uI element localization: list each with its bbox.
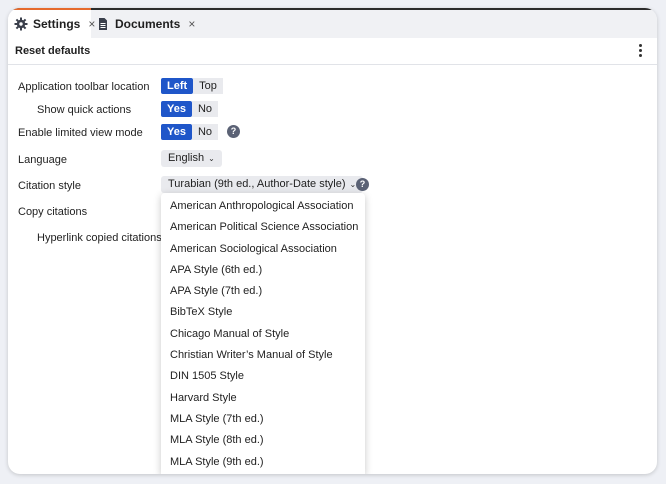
gear-icon: [14, 17, 28, 31]
dropdown-option[interactable]: APA Style (7th ed.): [161, 281, 365, 302]
dropdown-option[interactable]: APA Style (6th ed.): [161, 260, 365, 281]
limited-view-toggle: Yes No: [161, 124, 219, 140]
dropdown-option[interactable]: American Political Science Association: [161, 217, 365, 238]
limited-view-label: Enable limited view mode: [18, 127, 143, 139]
help-icon[interactable]: ?: [356, 178, 369, 191]
citation-style-label: Citation style: [18, 180, 81, 192]
quick-actions-label: Show quick actions: [37, 104, 132, 116]
limited-view-yes-option[interactable]: Yes: [161, 124, 192, 140]
chevron-down-icon: ⌄: [208, 154, 215, 163]
dropdown-option[interactable]: DIN 1505 Style: [161, 366, 365, 387]
dropdown-option[interactable]: BibTeX Style: [161, 302, 365, 323]
citation-style-select[interactable]: Turabian (9th ed., Author-Date style) ⌄: [161, 176, 364, 193]
language-value: English: [168, 152, 205, 164]
quick-actions-no-option[interactable]: No: [191, 101, 219, 117]
help-icon[interactable]: ?: [227, 125, 240, 138]
dropdown-option[interactable]: Christian Writer’s Manual of Style: [161, 345, 365, 366]
tab-documents-label: Documents: [115, 17, 181, 31]
settings-toolbar: Reset defaults: [8, 38, 657, 65]
quick-actions-yes-option[interactable]: Yes: [161, 101, 192, 117]
dropdown-option[interactable]: Harvard Style: [161, 388, 365, 409]
language-label: Language: [18, 154, 67, 166]
document-icon: [96, 17, 110, 31]
hyperlink-label: Hyperlink copied citations: [37, 232, 162, 244]
setting-row-toolbar-location: Application toolbar location Left Top: [8, 78, 657, 98]
language-select[interactable]: English ⌄: [161, 150, 222, 167]
toolbar-location-label: Application toolbar location: [18, 81, 150, 93]
tab-settings[interactable]: Settings ×: [8, 8, 95, 38]
reset-defaults-button[interactable]: Reset defaults: [15, 45, 90, 57]
setting-row-language: Language English ⌄: [8, 150, 657, 171]
more-vertical-icon[interactable]: [639, 44, 643, 58]
toolbar-location-top-option[interactable]: Top: [193, 78, 223, 94]
dropdown-option[interactable]: MLA Style (8th ed.): [161, 430, 365, 451]
dropdown-option[interactable]: American Sociological Association: [161, 239, 365, 260]
citation-style-dropdown: American Anthropological Association Ame…: [161, 193, 365, 474]
setting-row-quick-actions: Show quick actions Yes No: [8, 101, 657, 121]
dropdown-option[interactable]: MLA Style (9th ed.): [161, 452, 365, 473]
tab-documents[interactable]: Documents ×: [92, 10, 195, 38]
citation-style-value: Turabian (9th ed., Author-Date style): [168, 178, 346, 190]
dropdown-option[interactable]: American Anthropological Association: [161, 196, 365, 217]
toolbar-location-toggle: Left Top: [161, 78, 223, 94]
setting-row-limited-view: Enable limited view mode Yes No ?: [8, 124, 657, 144]
dropdown-option[interactable]: Chicago Manual of Style: [161, 324, 365, 345]
toolbar-location-left-option[interactable]: Left: [161, 78, 194, 94]
settings-window: Settings × Documents × Reset defaults Ap…: [8, 8, 657, 474]
dropdown-option[interactable]: MLA Style (7th ed.): [161, 409, 365, 430]
close-tab-documents-icon[interactable]: ×: [188, 17, 195, 31]
copy-citations-label: Copy citations: [18, 206, 88, 218]
limited-view-no-option[interactable]: No: [191, 124, 219, 140]
quick-actions-toggle: Yes No: [161, 101, 219, 117]
tab-bar: Settings × Documents ×: [8, 8, 657, 38]
tab-settings-label: Settings: [33, 17, 81, 31]
